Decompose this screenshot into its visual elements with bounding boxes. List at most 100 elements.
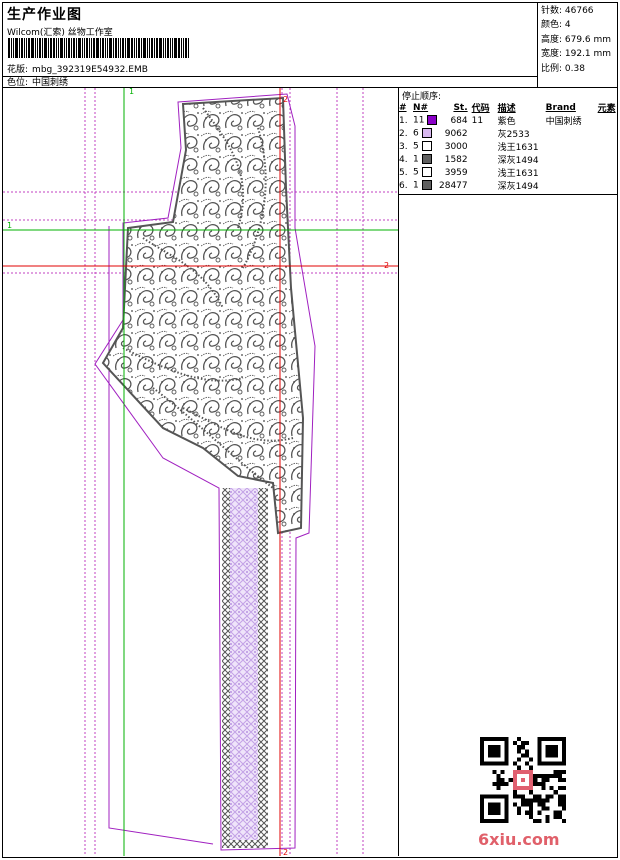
- table-row: 1. 11 684 11 紫色 中国刺绣: [399, 114, 616, 127]
- row-stitches: 9062: [444, 128, 468, 139]
- row-index: 5.: [399, 167, 408, 178]
- row-element: [594, 114, 616, 127]
- row-index: 4.: [399, 154, 408, 165]
- needle-number: 5: [413, 167, 419, 178]
- row-element: [594, 179, 616, 192]
- zigzag-border-right: [258, 488, 268, 840]
- col-header-code: 代码: [471, 104, 490, 114]
- needle-number: 6: [413, 128, 419, 139]
- row-brand: 中国刺绣: [545, 117, 582, 127]
- row-needle: 6: [413, 127, 439, 140]
- row-brand: [546, 166, 594, 179]
- row-stitches: 28477: [439, 180, 468, 191]
- color-swatch: [421, 167, 432, 178]
- table-row: 6. 1 28477 深灰1494: [399, 179, 616, 192]
- guide-label-red-top: 2: [283, 95, 288, 104]
- row-index: 3.: [399, 141, 408, 152]
- col-header-needle: N#: [413, 102, 429, 113]
- row-desc: 深灰1494: [497, 182, 539, 192]
- color-swatch: [421, 180, 432, 191]
- guide-label-green-left: 1: [7, 221, 12, 230]
- table-row: 3. 5 3000 浅王1631: [399, 140, 616, 153]
- row-desc: 浅王1631: [497, 169, 539, 179]
- color-swatch: [421, 128, 432, 139]
- lace-panel: [230, 488, 258, 840]
- row-brand: [546, 153, 594, 166]
- row-desc: 浅王1631: [497, 143, 539, 153]
- row-needle: 1: [413, 153, 439, 166]
- guide-label-red-right: 2: [384, 261, 389, 270]
- table-row: 4. 1 1582 深灰1494: [399, 153, 616, 166]
- zigzag-border-bottom: [222, 840, 268, 848]
- row-element: [594, 153, 616, 166]
- row-needle: 5: [413, 140, 439, 153]
- needle-number: 1: [413, 154, 419, 165]
- row-element: [594, 127, 616, 140]
- table-header-row: # N# St. 代码 描述 Brand 元素: [399, 101, 616, 115]
- row-code: 11: [471, 115, 484, 126]
- row-stitches: 3959: [444, 167, 468, 178]
- row-desc: 灰2533: [497, 130, 530, 140]
- stats-panel: 针数: 46766 颜色: 4 高度: 679.6 mm 宽度: 192.1 m…: [541, 4, 611, 76]
- col-header-index: #: [399, 102, 407, 113]
- row-needle: 5: [413, 166, 439, 179]
- row-brand: [546, 179, 594, 192]
- row-needle: 1: [413, 179, 439, 192]
- color-swatch: [421, 141, 432, 152]
- zigzag-border-left: [222, 488, 230, 840]
- guide-label-green-top: 1: [129, 88, 134, 96]
- row-code: [472, 153, 498, 166]
- embroidery-design: 1 1 2 2 2: [3, 88, 398, 856]
- color-swatch: [421, 154, 432, 165]
- stat-height: 高度: 679.6 mm: [541, 34, 612, 45]
- row-index: 6.: [399, 180, 408, 191]
- position-line: 色位: 中国刺绣: [7, 75, 68, 88]
- row-desc: 深灰1494: [497, 156, 539, 166]
- qr-code: [480, 737, 566, 823]
- needle-number: 5: [413, 141, 419, 152]
- col-header-element: 元素: [597, 104, 616, 114]
- guide-label-red-bottom: 2: [283, 848, 288, 856]
- row-needle: 11: [413, 114, 439, 127]
- header-divider-inner: [2, 76, 538, 77]
- embroidery-body: [101, 96, 305, 535]
- file-label: 花版:: [7, 65, 29, 75]
- stat-colors: 颜色: 4: [541, 20, 571, 31]
- row-element: [594, 166, 616, 179]
- row-code: [472, 179, 498, 192]
- watermark-logo: 6xiu.com: [478, 830, 560, 849]
- software-name: Wilcom(汇索) 丝物工作室: [7, 28, 113, 38]
- row-stitches: 684: [450, 115, 468, 126]
- row-code: [472, 166, 498, 179]
- row-stitches: 1582: [444, 154, 468, 165]
- panel-divider-vertical: [398, 87, 399, 856]
- stop-sequence-table: # N# St. 代码 描述 Brand 元素 1. 11 684 11 紫色 中国刺绣…: [399, 101, 616, 193]
- stat-stitches: 针数: 46766: [541, 6, 594, 16]
- row-element: [594, 140, 616, 153]
- row-code: [472, 140, 498, 153]
- stat-width: 宽度: 192.1 mm: [541, 49, 612, 60]
- barcode: [8, 38, 234, 58]
- embroidery-design-area: 1 1 2 2 2: [3, 88, 398, 856]
- table-row: 2. 6 9062 灰2533: [399, 127, 616, 140]
- stat-scale: 比例: 0.38: [541, 63, 585, 74]
- row-stitches: 3000: [444, 141, 468, 152]
- needle-number: 1: [413, 180, 419, 191]
- col-header-stitches: St.: [453, 102, 468, 113]
- panel-divider-horizontal: [398, 194, 617, 195]
- needle-number: 11: [413, 115, 425, 126]
- page-title: 生产作业图: [7, 7, 82, 23]
- row-brand: [546, 127, 594, 140]
- file-line: 花版: mbg_392319E54932.EMB: [7, 62, 148, 75]
- row-index: 1.: [399, 115, 408, 126]
- col-header-desc: 描述: [497, 104, 516, 114]
- color-swatch: [427, 115, 438, 126]
- table-row: 5. 5 3959 浅王1631: [399, 166, 616, 179]
- file-name: mbg_392319E54932.EMB: [32, 65, 148, 75]
- row-brand: [546, 140, 594, 153]
- position-value: 中国刺绣: [32, 78, 69, 88]
- row-index: 2.: [399, 128, 408, 139]
- col-header-brand: Brand: [545, 102, 576, 113]
- row-desc: 紫色: [497, 117, 516, 127]
- position-label: 色位:: [7, 78, 29, 88]
